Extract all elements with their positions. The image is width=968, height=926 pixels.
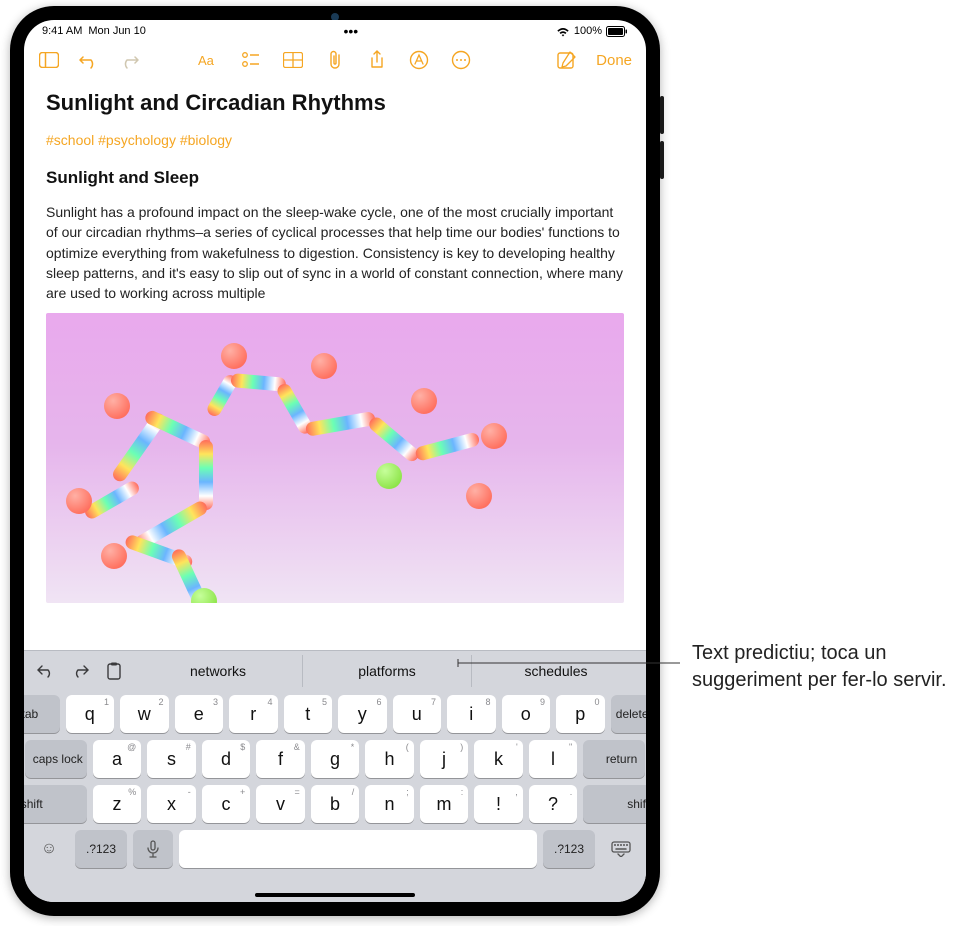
battery-icon <box>606 26 628 37</box>
key-hide-keyboard[interactable] <box>601 830 641 868</box>
key-tab[interactable]: tab <box>24 695 60 733</box>
key-capslock[interactable]: caps lock <box>25 740 87 778</box>
kb-redo-icon[interactable] <box>70 661 90 681</box>
key-emoji[interactable]: ☺ <box>29 830 69 868</box>
key-m[interactable]: m: <box>420 785 469 823</box>
key-p[interactable]: p0 <box>556 695 605 733</box>
key-j[interactable]: j) <box>420 740 469 778</box>
key-q[interactable]: q1 <box>66 695 115 733</box>
key-![interactable]: !, <box>474 785 523 823</box>
key-g[interactable]: g* <box>311 740 360 778</box>
svg-text:Aa: Aa <box>198 53 215 68</box>
key-h[interactable]: h( <box>365 740 414 778</box>
note-paragraph: Sunlight has a profound impact on the sl… <box>46 202 624 303</box>
key-o[interactable]: o9 <box>502 695 551 733</box>
key-space[interactable] <box>179 830 537 868</box>
key-u[interactable]: u7 <box>393 695 442 733</box>
key-b[interactable]: b/ <box>311 785 360 823</box>
key-numbers-left[interactable]: .?123 <box>75 830 127 868</box>
callout-predictive-text: Text predictiu; toca un suggeriment per … <box>692 640 952 694</box>
table-icon[interactable] <box>282 49 304 71</box>
key-v[interactable]: v= <box>256 785 305 823</box>
redo-icon <box>118 49 140 71</box>
key-f[interactable]: f& <box>256 740 305 778</box>
key-shift-left[interactable]: shift <box>24 785 87 823</box>
key-t[interactable]: t5 <box>284 695 333 733</box>
wifi-icon <box>556 26 570 37</box>
status-date: Mon Jun 10 <box>88 25 145 37</box>
key-l[interactable]: l" <box>529 740 578 778</box>
key-c[interactable]: c+ <box>202 785 251 823</box>
key-delete[interactable]: delete <box>611 695 647 733</box>
attachment-icon[interactable] <box>324 49 346 71</box>
predictive-suggestion-2[interactable]: platforms <box>302 655 471 687</box>
key-a[interactable]: a@ <box>93 740 142 778</box>
status-bar: 9:41 AM Mon Jun 10 ••• 100% <box>24 20 646 40</box>
key-numbers-right[interactable]: .?123 <box>543 830 595 868</box>
key-x[interactable]: x- <box>147 785 196 823</box>
key-n[interactable]: n; <box>365 785 414 823</box>
key-d[interactable]: d$ <box>202 740 251 778</box>
more-icon[interactable] <box>450 49 472 71</box>
checklist-icon[interactable] <box>240 49 262 71</box>
key-e[interactable]: e3 <box>175 695 224 733</box>
note-image-molecule <box>46 313 624 603</box>
predictive-suggestion-1[interactable]: networks <box>134 655 302 687</box>
note-tags[interactable]: #school #psychology #biology <box>46 132 624 148</box>
key-w[interactable]: w2 <box>120 695 169 733</box>
predictive-row: networks platforms schedules <box>24 651 646 691</box>
sidebar-toggle-icon[interactable] <box>38 49 60 71</box>
key-s[interactable]: s# <box>147 740 196 778</box>
key-i[interactable]: i8 <box>447 695 496 733</box>
home-indicator[interactable] <box>255 893 415 897</box>
undo-icon[interactable] <box>78 49 100 71</box>
key-shift-right[interactable]: shift <box>583 785 646 823</box>
done-button[interactable]: Done <box>596 52 632 69</box>
share-icon[interactable] <box>366 49 388 71</box>
key-y[interactable]: y6 <box>338 695 387 733</box>
volume-down-button <box>660 141 664 179</box>
status-time: 9:41 AM <box>42 25 82 37</box>
key-z[interactable]: z% <box>93 785 142 823</box>
multitask-dots-icon[interactable]: ••• <box>343 24 358 38</box>
battery-percent: 100% <box>574 25 602 37</box>
markup-icon[interactable] <box>408 49 430 71</box>
ipad-screen: 9:41 AM Mon Jun 10 ••• 100% <box>24 20 646 902</box>
key-return[interactable]: return <box>583 740 645 778</box>
notes-toolbar: Aa <box>24 40 646 80</box>
kb-clipboard-icon[interactable] <box>104 661 124 681</box>
note-body[interactable]: Sunlight and Circadian Rhythms #school #… <box>24 80 646 650</box>
new-note-icon[interactable] <box>556 49 578 71</box>
key-k[interactable]: k' <box>474 740 523 778</box>
note-title: Sunlight and Circadian Rhythms <box>46 90 624 116</box>
keyboard: networks platforms schedules tab q1w2e3r… <box>24 650 646 902</box>
note-heading: Sunlight and Sleep <box>46 168 624 188</box>
key-dictation[interactable] <box>133 830 173 868</box>
key-r[interactable]: r4 <box>229 695 278 733</box>
ipad-frame: 9:41 AM Mon Jun 10 ••• 100% <box>10 6 660 916</box>
key-?[interactable]: ?. <box>529 785 578 823</box>
kb-undo-icon[interactable] <box>36 661 56 681</box>
volume-up-button <box>660 96 664 134</box>
text-format-icon[interactable]: Aa <box>198 49 220 71</box>
